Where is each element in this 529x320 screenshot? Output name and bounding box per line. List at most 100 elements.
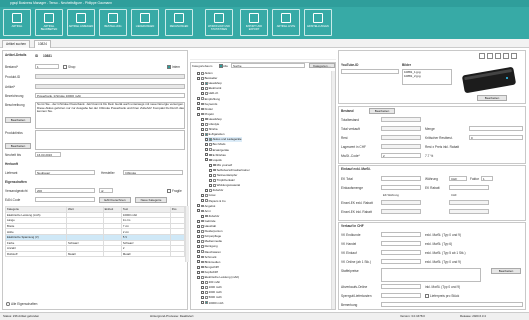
tree-checkbox[interactable] (213, 179, 216, 182)
expand-icon[interactable] (197, 209, 200, 213)
tree-node[interactable]: Empfehlung (197, 97, 220, 102)
image-delete-icon[interactable] (503, 53, 509, 59)
ribbon-button-0[interactable]: ARTIKEL (3, 9, 31, 36)
tree-node[interactable]: Gebinde (197, 219, 216, 224)
faktor-field[interactable]: 1 (481, 176, 493, 181)
vk-endkunde-field[interactable] (381, 232, 421, 237)
tree-checkbox[interactable] (201, 71, 204, 75)
tree-node[interactable]: LED-ch (201, 91, 218, 96)
tree-checkbox[interactable] (205, 301, 208, 305)
tree-checkbox[interactable] (201, 219, 204, 223)
tree-node[interactable]: Shisha (201, 127, 217, 132)
tree-checkbox[interactable] (205, 296, 208, 299)
produkt-id-field[interactable] (35, 74, 185, 79)
expand-icon[interactable] (197, 234, 200, 238)
expand-icon[interactable] (209, 168, 212, 172)
expand-icon[interactable] (209, 173, 212, 177)
ribbon-button-5[interactable]: RECHNUNGEN (165, 9, 193, 36)
einheit-select[interactable]: gr (99, 188, 113, 193)
menge-field[interactable] (469, 126, 523, 131)
expand-icon[interactable] (197, 224, 200, 228)
lieferpreis-checkbox[interactable] (425, 294, 429, 298)
expand-icon[interactable] (201, 199, 204, 203)
intern-checkbox[interactable] (167, 65, 171, 69)
tree-checkbox[interactable] (205, 194, 208, 197)
tree-checkbox[interactable] (209, 153, 212, 157)
staffelpreise-bearbeiten-button[interactable]: Bearbeiten (491, 268, 521, 274)
expand-icon[interactable] (197, 229, 200, 233)
expand-icon[interactable] (197, 219, 200, 223)
expand-icon[interactable] (205, 158, 208, 162)
tree-node[interactable]: Projekt (197, 112, 214, 117)
bemerkung-field[interactable] (381, 302, 523, 307)
tree-checkbox[interactable] (201, 275, 204, 279)
expand-icon[interactable] (197, 107, 200, 111)
tree-node[interactable]: Wicklungsmaterial (209, 183, 240, 188)
tree-checkbox[interactable] (205, 122, 208, 126)
table-cell[interactable]: Rohstoff (4, 250, 68, 258)
tree-checkbox[interactable] (205, 214, 208, 218)
tree-checkbox[interactable] (201, 209, 204, 213)
neue-kategorie-button[interactable]: Neue Kategorie (135, 197, 167, 203)
tree-checkbox[interactable] (201, 245, 204, 248)
expand-icon[interactable] (197, 71, 200, 75)
expand-icon[interactable] (197, 255, 200, 259)
tree-checkbox[interactable] (201, 265, 204, 269)
tree-node[interactable]: Zubehör (201, 214, 219, 219)
expand-icon[interactable] (201, 117, 204, 121)
tree-checkbox[interactable] (205, 286, 208, 289)
tab-article-10824[interactable]: 10824 (34, 40, 51, 48)
tree-checkbox[interactable] (209, 138, 212, 141)
expand-icon[interactable] (201, 92, 204, 96)
tree-node[interactable]: Bestseller (197, 76, 217, 81)
tree-checkbox[interactable] (213, 163, 216, 167)
bilder-list[interactable]: 10881_1.jpg 10881_2.jpg (402, 69, 452, 85)
tree-checkbox[interactable] (205, 128, 208, 131)
tree-node[interactable]: Medienmedie (197, 239, 222, 244)
expand-icon[interactable] (201, 285, 204, 289)
tree-checkbox[interactable] (201, 107, 204, 111)
expand-icon[interactable] (197, 102, 200, 106)
tree-node[interactable]: Lifestyle (201, 122, 219, 127)
tree-checkbox[interactable] (201, 235, 204, 238)
tree-checkbox[interactable] (201, 270, 204, 274)
tree-checkbox[interactable] (205, 281, 208, 284)
vk-einkauf-field[interactable] (381, 250, 421, 255)
tree-node[interactable]: Ersatzgeräte (205, 148, 229, 153)
beschreibung-textarea[interactable]: So ist Sie - der InStroke Powerbank. Jet… (35, 102, 185, 129)
bezeichnung-field[interactable]: Powerbank, InStroke 10000 mAh (35, 93, 185, 98)
tree-checkbox[interactable] (205, 117, 208, 121)
tree-checkbox[interactable] (201, 102, 204, 106)
tree-node[interactable]: 1000 mAh (201, 285, 222, 290)
neuheit-date-field[interactable]: 16.03.2016 (35, 152, 61, 157)
tree-node[interactable]: 2000 mAh (201, 290, 222, 295)
tree-checkbox[interactable] (213, 173, 216, 177)
beschreibung-bearbeiten-button[interactable]: Bearbeiten (5, 117, 31, 123)
tree-checkbox[interactable] (209, 148, 212, 152)
ek-rabatt-field[interactable] (449, 185, 489, 190)
abverkauf-field[interactable] (381, 284, 421, 289)
ek-total-field[interactable] (381, 176, 421, 181)
tree-checkbox[interactable] (201, 230, 204, 233)
tab-artikel-suchen[interactable]: Artikel suchen (2, 40, 31, 48)
vk-online-field[interactable] (381, 259, 421, 264)
tree-node[interactable]: Angebot (197, 204, 215, 209)
expand-icon[interactable] (197, 240, 200, 244)
ribbon-button-3[interactable]: BESTELLUNG (99, 9, 127, 36)
tree-node[interactable]: Haushalt (197, 224, 216, 229)
kategorie-suche-input[interactable]: Suche (231, 63, 305, 68)
expand-icon[interactable] (197, 76, 200, 80)
tree-checkbox[interactable] (201, 77, 204, 80)
expand-icon[interactable] (201, 291, 204, 295)
expand-icon[interactable] (205, 189, 208, 193)
tree-checkbox[interactable] (209, 158, 212, 162)
tree-checkbox[interactable] (201, 250, 204, 254)
tree-checkbox[interactable] (209, 189, 212, 192)
kategorie-scrollbar[interactable] (331, 71, 335, 309)
tree-node[interactable]: 10000 mAh (201, 301, 223, 306)
produktinfos-bearbeiten-button[interactable]: Bearbeiten (5, 143, 31, 149)
expand-icon[interactable] (201, 122, 204, 126)
ean-field[interactable] (35, 197, 95, 202)
tree-node[interactable]: Liquids (205, 158, 222, 163)
mwst-code-select[interactable]: 2 (381, 153, 421, 158)
